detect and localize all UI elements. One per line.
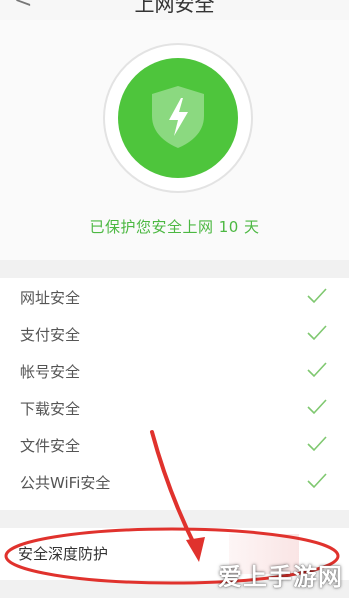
list-item[interactable]: 网址安全 [0,278,349,315]
watermark-text: 爱上手游网 [218,563,343,591]
list-item-label: 网址安全 [20,289,81,307]
top-bar: < 上网安全 [0,0,349,20]
page-title: 上网安全 [134,0,215,16]
list-item[interactable]: 下载安全 [0,389,349,426]
status-ring [103,43,253,193]
check-icon [307,436,327,452]
check-icon [307,288,327,304]
list-item-label: 支付安全 [20,326,81,344]
shield-lightning-icon [152,86,204,148]
check-icon [307,362,327,378]
list-item-label: 下载安全 [20,400,81,418]
list-item-label: 文件安全 [20,437,81,455]
status-circle [118,58,238,178]
list-item[interactable]: 帐号安全 [0,352,349,389]
check-icon [307,399,327,415]
list-item[interactable]: 公共WiFi安全 [0,463,349,500]
check-icon [307,473,327,489]
list-item-label: 公共WiFi安全 [20,474,111,492]
security-checklist: 网址安全 支付安全 帐号安全 下载安全 文件安全 公共WiFi安全 [0,278,349,510]
check-icon [307,325,327,341]
list-item[interactable]: 文件安全 [0,426,349,463]
list-item[interactable]: 支付安全 [0,315,349,352]
deep-protection-label: 安全深度防护 [18,545,109,563]
list-item-label: 帐号安全 [20,363,81,381]
protection-status-panel: 已保护您安全上网 10 天 [0,20,349,260]
protection-days-text: 已保护您安全上网 10 天 [89,218,260,236]
